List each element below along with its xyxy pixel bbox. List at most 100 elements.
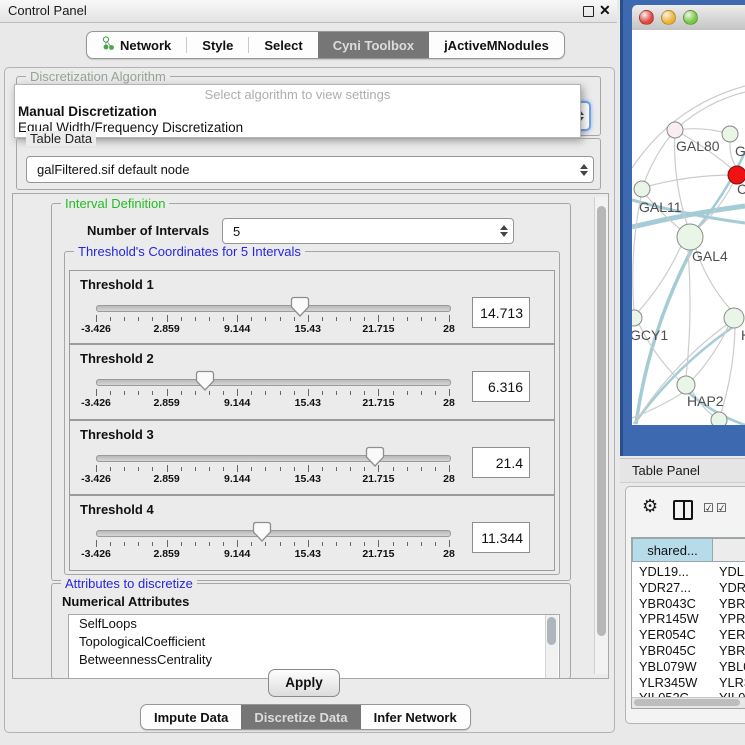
table-scrollbar-thumb[interactable]	[634, 699, 740, 706]
slider-tick	[167, 465, 168, 472]
slider-track[interactable]	[96, 379, 451, 386]
slider-tick	[110, 317, 111, 321]
slider-tick-label: 9.144	[224, 548, 250, 560]
list-scrollbar-thumb[interactable]	[547, 617, 556, 645]
tab-cyni-toolbox[interactable]: Cyni Toolbox	[318, 32, 429, 58]
network-node-GAL80[interactable]	[667, 122, 683, 138]
slider-tick	[152, 467, 153, 471]
network-node-label: H	[741, 327, 745, 343]
network-node-H[interactable]	[724, 308, 744, 328]
popup-item-manual-discretization[interactable]: Manual Discretization	[18, 104, 157, 119]
slider-tick	[393, 317, 394, 321]
table-row[interactable]: YLR345WYLR3	[632, 675, 745, 691]
slider-tick	[167, 540, 168, 547]
apply-button[interactable]: Apply	[268, 669, 340, 697]
table-horizontal-scrollbar[interactable]	[631, 697, 745, 709]
network-canvas[interactable]: GAL80GACGAL11GAL4GCY1HHAP2	[632, 30, 745, 425]
split-view-icon[interactable]	[673, 500, 693, 520]
tab-style[interactable]: Style	[187, 32, 248, 58]
list-scrollbar[interactable]	[545, 615, 558, 678]
checkbox-checked-icon[interactable]: ☑	[703, 501, 714, 515]
gear-icon[interactable]: ⚙	[642, 496, 658, 517]
network-node-GAL11[interactable]	[634, 181, 650, 197]
network-edge[interactable]	[638, 246, 681, 312]
slider-tick	[96, 315, 97, 322]
column-header-shared-name[interactable]: shared...	[632, 538, 713, 562]
tab-network[interactable]: Network	[87, 32, 186, 58]
slider-tick	[152, 317, 153, 321]
table-row[interactable]: YPR145WYPR1	[632, 611, 745, 627]
slider-tick	[124, 317, 125, 321]
slider-track[interactable]	[96, 305, 451, 312]
numerical-attributes-label: Numerical Attributes	[62, 594, 189, 609]
slider-thumb[interactable]	[195, 370, 215, 392]
network-node-GCY1[interactable]	[632, 310, 642, 326]
list-item[interactable]: TopologicalCoefficient	[69, 633, 559, 651]
slider-tick	[350, 391, 351, 395]
list-item[interactable]: BetweennessCentrality	[69, 651, 559, 669]
checkbox-checked-icon[interactable]: ☑	[716, 501, 727, 515]
list-item[interactable]: SelfLoops	[69, 615, 559, 633]
slider-tick	[209, 542, 210, 546]
table-row[interactable]: YDL19...YDL1	[632, 564, 745, 580]
threshold-value-field[interactable]: 6.316	[472, 371, 530, 402]
slider-tick	[393, 391, 394, 395]
threshold-value-field[interactable]: 11.344	[472, 522, 530, 553]
popup-prompt-item[interactable]: Select algorithm to view settings	[15, 87, 580, 102]
panel-scrollbar-thumb[interactable]	[597, 206, 606, 636]
column-header-name[interactable]: na	[712, 538, 745, 562]
slider-thumb[interactable]	[290, 296, 310, 318]
slider-tick-label: 21.715	[362, 548, 394, 560]
float-panel-icon[interactable]	[583, 6, 594, 17]
mac-minimize-icon[interactable]	[661, 10, 676, 25]
slider-thumb[interactable]	[252, 521, 272, 543]
table-data-combobox[interactable]: galFiltered.sif default node	[26, 156, 594, 183]
table-row[interactable]: YDR27...YDR2	[632, 580, 745, 596]
number-of-intervals-combobox[interactable]: 5	[222, 218, 514, 244]
mac-close-icon[interactable]	[639, 10, 654, 25]
slider-tick	[152, 542, 153, 546]
tab-jactivemnodules[interactable]: jActiveMNodules	[429, 32, 564, 58]
threshold-value-field[interactable]: 21.4	[472, 447, 530, 478]
tab-discretize-data[interactable]: Discretize Data	[241, 705, 360, 729]
network-edge[interactable]	[645, 175, 733, 187]
tab-infer-network[interactable]: Infer Network	[361, 705, 470, 729]
node-attribute-table[interactable]: shared...naYDL19...YDL1YDR27...YDR2YBR04…	[631, 537, 745, 698]
network-node-GA[interactable]	[722, 126, 738, 142]
slider-tick	[350, 542, 351, 546]
slider-thumb[interactable]	[365, 446, 385, 468]
close-icon[interactable]: ✕	[599, 2, 611, 19]
mac-maximize-icon[interactable]	[683, 10, 698, 25]
cell-name: YBR0	[719, 643, 745, 658]
slider-tick-label: 21.715	[362, 473, 394, 485]
table-row[interactable]: YER054CYER0	[632, 627, 745, 643]
slider-track[interactable]	[96, 455, 451, 462]
slider-tick	[280, 467, 281, 471]
table-row[interactable]: YBL079WYBL0	[632, 659, 745, 675]
slider-tick	[167, 315, 168, 322]
tab-label: Select	[264, 38, 302, 53]
slider-tick-label: 21.715	[362, 323, 394, 335]
slider-tick-label: 2.859	[153, 397, 179, 409]
network-node-HAP2[interactable]	[677, 376, 695, 394]
tab-impute-data[interactable]: Impute Data	[141, 705, 241, 729]
control-panel-tabs: NetworkStyle Select Cyni ToolboxjActiveMNo…	[86, 31, 565, 59]
algorithm-dropdown-popup: Select algorithm to view settings Manual…	[14, 84, 581, 138]
tab-select[interactable]: Select	[249, 32, 317, 58]
network-edge[interactable]	[643, 130, 675, 186]
network-edge[interactable]	[675, 92, 745, 130]
slider-track[interactable]	[96, 530, 451, 537]
table-row[interactable]: YBR043CYBR0	[632, 596, 745, 612]
slider-tick	[294, 391, 295, 395]
table-row[interactable]: YBR045CYBR0	[632, 643, 745, 659]
network-node[interactable]	[711, 412, 727, 425]
slider-tick	[294, 467, 295, 471]
threshold-value-field[interactable]: 14.713	[472, 297, 530, 328]
slider-tick	[167, 389, 168, 396]
interval-definition-title: Interval Definition	[61, 196, 169, 211]
slider-tick	[280, 391, 281, 395]
network-node-GAL4[interactable]	[677, 224, 703, 250]
cytoscape-app: Control Panel ✕ NetworkStyleSelectCyni T…	[0, 0, 745, 745]
panel-scrollbar[interactable]	[594, 197, 608, 674]
cell-name: YLR3	[719, 675, 745, 690]
